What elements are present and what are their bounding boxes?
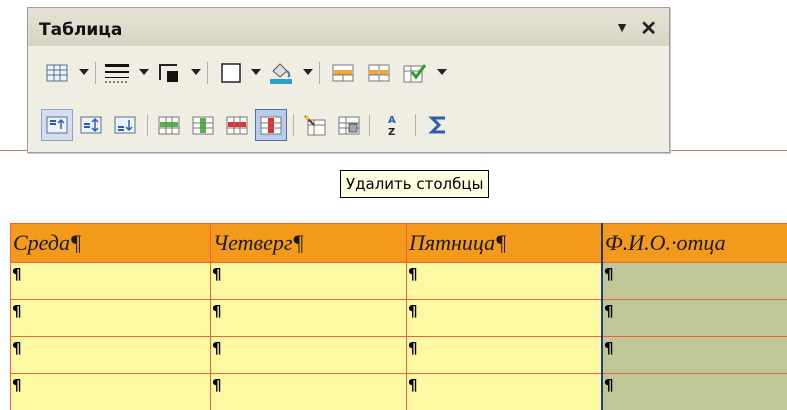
optimize-dropdown[interactable] xyxy=(437,69,447,75)
grid-line xyxy=(10,262,787,263)
delete-rows-icon xyxy=(226,116,248,135)
background-color-icon xyxy=(270,63,292,84)
autoformat-icon xyxy=(304,115,326,136)
table-cell[interactable]: ¶ xyxy=(602,299,787,330)
merge-cells-button[interactable] xyxy=(327,57,359,89)
align-top-button[interactable] xyxy=(41,109,73,141)
borders-icon xyxy=(221,63,241,83)
delete-rows-button[interactable] xyxy=(221,109,253,141)
border-color-button[interactable] xyxy=(153,57,185,89)
toolbar-title: Таблица xyxy=(39,20,123,40)
table-cell[interactable]: ¶ xyxy=(406,262,602,293)
optimize-icon xyxy=(403,64,427,83)
grid-line xyxy=(10,373,787,374)
table-header-cell[interactable]: Четверг¶ xyxy=(210,223,406,262)
toolbar-menu-button[interactable]: ▼ xyxy=(615,19,629,35)
toolbar-close-button[interactable]: ✕ xyxy=(640,16,657,41)
delete-columns-icon xyxy=(260,116,282,135)
insert-columns-button[interactable] xyxy=(187,109,219,141)
border-style-button[interactable] xyxy=(101,57,133,89)
table-cell[interactable]: ¶ xyxy=(210,299,406,330)
table-icon xyxy=(46,64,68,82)
table-cell[interactable]: ¶ xyxy=(10,336,210,367)
merge-cells-icon xyxy=(332,64,354,82)
insert-rows-button[interactable] xyxy=(153,109,185,141)
selection-border xyxy=(601,223,603,410)
table-cell[interactable]: ¶ xyxy=(210,336,406,367)
align-bottom-icon xyxy=(114,116,136,134)
borders-dropdown[interactable] xyxy=(251,69,261,75)
toolbar-title-bar[interactable]: Таблица ▼ ✕ xyxy=(28,8,669,46)
insert-rows-icon xyxy=(158,116,180,135)
table-cell[interactable]: ¶ xyxy=(602,373,787,404)
table-cell[interactable]: ¶ xyxy=(10,262,210,293)
background-color-button[interactable] xyxy=(265,57,297,89)
table-cell[interactable]: ¶ xyxy=(10,299,210,330)
table-cell[interactable]: ¶ xyxy=(406,336,602,367)
table-toolbar[interactable]: Таблица ▼ ✕ A Z xyxy=(27,7,670,153)
tooltip: Удалить столбцы xyxy=(340,170,490,198)
table-header-cell[interactable]: Пятница¶ xyxy=(406,223,602,262)
background-color-dropdown[interactable] xyxy=(303,69,313,75)
align-center-icon xyxy=(80,116,102,134)
split-cells-icon xyxy=(368,64,390,82)
optimize-button[interactable] xyxy=(399,57,431,89)
sum-button[interactable] xyxy=(423,109,455,141)
sort-icon: A Z xyxy=(388,115,396,137)
table-cell[interactable]: ¶ xyxy=(210,262,406,293)
table-button[interactable] xyxy=(41,57,73,89)
split-cells-button[interactable] xyxy=(363,57,395,89)
grid-line xyxy=(10,223,787,224)
align-bottom-button[interactable] xyxy=(109,109,141,141)
border-style-icon xyxy=(105,64,129,83)
svg-text:A: A xyxy=(388,115,396,126)
grid-line xyxy=(210,223,211,410)
table-header-cell[interactable]: Среда¶ xyxy=(10,223,210,262)
grid-line xyxy=(10,299,787,300)
border-color-icon xyxy=(159,64,178,82)
sort-button[interactable]: A Z xyxy=(377,109,409,141)
toolbar-row-1 xyxy=(35,57,663,93)
autoformat-button[interactable] xyxy=(299,109,331,141)
svg-text:Z: Z xyxy=(388,127,395,137)
insert-columns-icon xyxy=(192,116,214,135)
table-cell[interactable]: ¶ xyxy=(406,299,602,330)
toolbar-row-2: A Z xyxy=(35,109,663,145)
borders-button[interactable] xyxy=(215,57,247,89)
table-properties-button[interactable] xyxy=(333,109,365,141)
table-cell[interactable]: ¶ xyxy=(406,373,602,404)
border-color-dropdown[interactable] xyxy=(191,69,201,75)
delete-columns-button[interactable] xyxy=(255,109,287,141)
grid-line xyxy=(10,223,11,410)
table-properties-icon xyxy=(338,116,360,135)
sum-icon xyxy=(428,116,445,134)
border-style-dropdown[interactable] xyxy=(139,69,149,75)
table-header-cell[interactable]: Ф.И.О.·отца xyxy=(602,223,787,262)
table-cell[interactable]: ¶ xyxy=(210,373,406,404)
grid-line xyxy=(10,336,787,337)
align-center-button[interactable] xyxy=(75,109,107,141)
table-cell[interactable]: ¶ xyxy=(10,373,210,404)
align-top-icon xyxy=(46,116,68,134)
grid-line xyxy=(406,223,407,410)
table-dropdown[interactable] xyxy=(79,69,89,75)
table-cell[interactable]: ¶ xyxy=(602,262,787,293)
table-cell[interactable]: ¶ xyxy=(602,336,787,367)
